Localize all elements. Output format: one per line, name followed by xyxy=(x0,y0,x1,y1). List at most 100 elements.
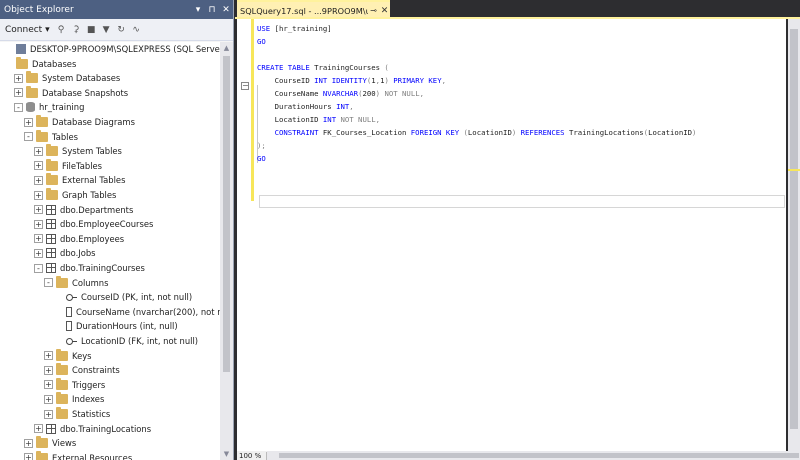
tree-node-label: dbo.Jobs xyxy=(60,248,96,259)
code-token: LocationID xyxy=(257,115,323,124)
filter-icon[interactable]: ▼ xyxy=(101,25,112,35)
expand-icon[interactable]: + xyxy=(44,394,53,404)
code-token: PRIMARY KEY xyxy=(388,76,442,85)
tree-node[interactable]: + Database Diagrams xyxy=(24,115,135,129)
foreign-key-icon xyxy=(66,338,77,345)
tree-node[interactable]: + Graph Tables xyxy=(34,188,116,202)
tree-node-label: Indexes xyxy=(72,394,105,405)
expand-icon[interactable]: + xyxy=(44,365,53,375)
auto-hide-pin-icon[interactable]: ⊓ xyxy=(205,5,219,15)
tree-node[interactable]: + System Databases xyxy=(14,71,120,85)
expand-icon[interactable]: + xyxy=(34,248,43,258)
expand-icon[interactable]: + xyxy=(34,234,43,244)
refresh-icon[interactable]: ↻ xyxy=(116,25,127,35)
tree-node[interactable]: + Triggers xyxy=(44,377,105,392)
code-line: CourseID INT IDENTITY(1,1) PRIMARY KEY, xyxy=(257,74,696,87)
expand-icon[interactable]: + xyxy=(44,380,53,390)
expand-icon[interactable]: + xyxy=(44,351,53,361)
object-explorer-toolbar: Connect ▾ ⚲ ⚳ ■ ▼ ↻ ∿ xyxy=(0,19,233,41)
tree-node[interactable]: + dbo.EmployeeCourses xyxy=(34,217,153,231)
expand-icon[interactable]: + xyxy=(34,219,43,229)
tree-node[interactable]: + FileTables xyxy=(34,158,102,173)
tree-node-label: System Tables xyxy=(62,146,122,157)
editor-scroll-thumb[interactable] xyxy=(790,29,798,429)
tree-node-label: Views xyxy=(52,438,77,449)
editor-vertical-scrollbar[interactable] xyxy=(788,19,800,451)
folder-icon xyxy=(36,450,48,460)
tree-node[interactable]: + External Tables xyxy=(34,173,125,187)
tree-node[interactable]: + Constraints xyxy=(44,363,120,377)
collapse-icon[interactable]: - xyxy=(34,263,43,273)
tree-node[interactable]: + System Tables xyxy=(34,144,122,158)
table-icon xyxy=(46,219,56,230)
document-tabs: SQLQuery17.sql - ...9PROO9M\user (58))* … xyxy=(235,0,800,19)
expand-icon[interactable]: + xyxy=(34,205,43,215)
tree-node[interactable]: + Statistics xyxy=(44,407,110,421)
code-token: INT xyxy=(336,102,350,111)
tree-node[interactable]: + Database Snapshots xyxy=(14,85,128,100)
tree-node[interactable]: - Columns xyxy=(44,275,108,290)
zoom-level-select[interactable]: 100 % xyxy=(237,451,267,460)
folder-icon xyxy=(26,85,38,98)
tree-node[interactable]: - dbo.TrainingCourses xyxy=(34,261,145,275)
window-position-dropdown-icon[interactable]: ▾ xyxy=(191,5,205,15)
activity-icon[interactable]: ∿ xyxy=(131,25,142,35)
editor-horizontal-scrollbar[interactable] xyxy=(267,451,800,460)
expand-icon[interactable]: + xyxy=(14,73,23,83)
tree-node-label: hr_training xyxy=(39,102,85,113)
scroll-up-arrow-icon[interactable]: ▲ xyxy=(220,44,233,52)
code-token: INT IDENTITY xyxy=(314,76,367,85)
tree-node[interactable]: + Indexes xyxy=(44,392,104,406)
tree-scrollbar[interactable]: ▲ ▼ xyxy=(220,42,233,460)
stop-icon[interactable]: ■ xyxy=(86,25,97,35)
expand-icon[interactable]: + xyxy=(34,175,43,185)
tree-node[interactable]: + dbo.Employees xyxy=(34,232,124,246)
close-tab-icon[interactable]: ✕ xyxy=(379,6,390,16)
collapse-block-icon[interactable]: − xyxy=(241,82,249,90)
expand-icon[interactable]: + xyxy=(24,453,33,460)
pin-tab-icon[interactable]: ⊸ xyxy=(368,6,379,15)
code-token: ( xyxy=(384,63,389,72)
server-icon xyxy=(16,44,26,54)
horizontal-scroll-thumb[interactable] xyxy=(279,453,799,458)
collapse-icon[interactable]: - xyxy=(14,102,23,112)
tree-node[interactable]: - hr_training xyxy=(14,100,84,114)
disconnect-icon[interactable]: ⚳ xyxy=(71,25,82,35)
tree-node[interactable]: DurationHours (int, null) xyxy=(54,319,178,333)
tree-node[interactable]: LocationID (FK, int, not null) xyxy=(54,334,198,348)
connect-icon[interactable]: ⚲ xyxy=(56,25,67,35)
tree-node[interactable]: + dbo.Departments xyxy=(34,203,133,217)
tree-node[interactable]: + External Resources xyxy=(24,450,132,460)
tree-node[interactable]: + Keys xyxy=(44,348,92,363)
tree-node[interactable]: + dbo.Jobs xyxy=(34,246,96,260)
scroll-down-arrow-icon[interactable]: ▼ xyxy=(220,450,233,458)
code-token: NOT NULL xyxy=(380,89,420,98)
tree-node[interactable]: Databases xyxy=(4,56,76,71)
tree-node[interactable]: + Views xyxy=(24,436,76,450)
expand-icon[interactable]: + xyxy=(24,117,33,127)
tree-node[interactable]: DESKTOP-9PROO9M\SQLEXPRESS (SQL Server 1… xyxy=(4,42,221,56)
collapse-icon[interactable]: - xyxy=(24,132,33,142)
tree-node[interactable]: - Tables xyxy=(24,129,78,144)
expand-icon[interactable]: + xyxy=(34,146,43,156)
tree-node[interactable]: CourseID (PK, int, not null) xyxy=(54,290,192,304)
close-panel-icon[interactable]: ✕ xyxy=(219,5,233,15)
expand-icon[interactable]: + xyxy=(34,190,43,200)
tree-node[interactable]: + dbo.TrainingLocations xyxy=(34,422,151,436)
tree-node-label: dbo.TrainingCourses xyxy=(60,263,145,273)
code-line: DurationHours INT, xyxy=(257,100,696,113)
code-editor-area[interactable]: − USE [hr_training] GO CREATE TABLE Traini… xyxy=(237,19,786,451)
tree-scroll-thumb[interactable] xyxy=(223,56,230,372)
connect-button[interactable]: Connect ▾ xyxy=(3,24,52,36)
editor-bottom-bar: 100 % xyxy=(237,451,800,460)
expand-icon[interactable]: + xyxy=(34,161,43,171)
expand-icon[interactable]: + xyxy=(44,409,53,419)
collapse-icon[interactable]: - xyxy=(44,278,53,288)
code-line: USE [hr_training] xyxy=(257,22,696,35)
expand-icon[interactable]: + xyxy=(14,88,23,98)
expand-icon[interactable]: + xyxy=(34,424,43,434)
tree-node[interactable]: CourseName (nvarchar(200), not null) xyxy=(54,305,221,319)
expand-icon[interactable]: + xyxy=(24,438,33,448)
tree-node-label: DESKTOP-9PROO9M\SQLEXPRESS (SQL Server 1… xyxy=(30,44,221,54)
tree-node-label: CourseID (PK, int, not null) xyxy=(81,292,193,303)
